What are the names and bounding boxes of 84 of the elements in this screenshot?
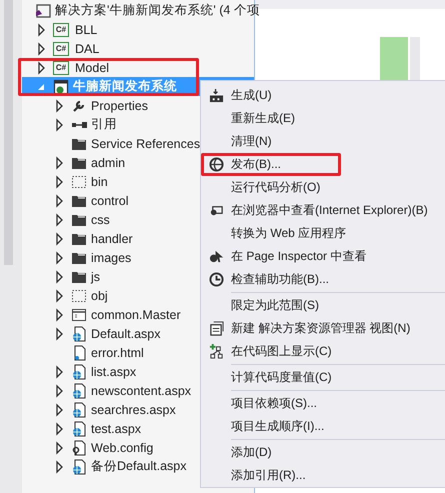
tree-item-label: Web.config xyxy=(91,440,154,454)
tree-item-label: BLL xyxy=(75,22,98,36)
menu-item-label: 新建 解决方案资源管理器 视图(N) xyxy=(231,320,410,337)
menu-item[interactable]: 在 Page Inspector 中查看 xyxy=(201,245,445,268)
diagram-icon xyxy=(208,344,224,359)
tree-item-label: css xyxy=(91,212,110,226)
tree-item[interactable]: C# DAL xyxy=(22,39,254,58)
menu-item[interactable]: 运行代码分析(O) xyxy=(201,176,445,199)
web-page-icon xyxy=(71,402,87,418)
web-page-icon xyxy=(71,458,87,474)
menu-item-label: 计算代码度量值(C) xyxy=(231,369,332,386)
menu-item-label: 在浏览器中查看(Internet Explorer)(B) xyxy=(231,202,428,219)
tree-item-label: admin xyxy=(91,156,126,170)
menu-item[interactable]: 在代码图上显示(C) xyxy=(201,340,445,363)
csharp-project-icon: C# xyxy=(53,22,69,36)
cursor-globe-icon xyxy=(208,249,224,264)
tree-item-label: Default.aspx xyxy=(91,326,160,340)
tree-item-label: images xyxy=(91,250,132,264)
csharp-project-icon: C# xyxy=(53,42,69,56)
menu-item-label: 发布(B)... xyxy=(231,156,281,173)
csharp-project-icon: C# xyxy=(53,60,69,74)
tree-item-label: DAL xyxy=(75,42,100,56)
globe-icon xyxy=(208,157,224,172)
tree-item-label: control xyxy=(91,194,129,208)
scrollbar-thumb[interactable] xyxy=(4,0,13,265)
tree-item-label: searchres.aspx xyxy=(91,402,176,416)
tree-item-label: newscontent.aspx xyxy=(91,384,192,398)
menu-item-label: 在代码图上显示(C) xyxy=(231,343,332,360)
master-page-icon xyxy=(71,306,87,322)
clock-icon xyxy=(208,272,224,287)
tree-item-label: Model xyxy=(75,60,110,74)
tree-item[interactable]: C# BLL xyxy=(22,20,254,39)
menu-item-label: 在 Page Inspector 中查看 xyxy=(231,248,366,265)
menu-item-label: 重新生成(E) xyxy=(231,110,295,127)
tree-item-label: Service References xyxy=(91,136,200,150)
web-page-icon xyxy=(71,382,87,398)
tree-item-label: 解决方案'牛腩新闻发布系统' (4 个项 xyxy=(55,2,260,19)
tree-item-label: Properties xyxy=(91,98,148,112)
menu-item-label: 项目依赖项(S)... xyxy=(231,395,317,412)
web-page-icon xyxy=(71,326,87,342)
menu-item-label: 项目生成顺序(I)... xyxy=(231,418,324,435)
menu-item[interactable]: 添加(D) xyxy=(201,441,445,464)
build-icon xyxy=(208,88,224,103)
tree-item-label: 备份Default.aspx xyxy=(91,458,186,475)
browser-icon xyxy=(208,203,224,218)
tree-item-label: js xyxy=(91,270,100,284)
dotted-folder-icon xyxy=(71,288,87,304)
web-page-icon xyxy=(71,420,87,436)
new-window-icon xyxy=(208,321,224,336)
tree-item-label: error.html xyxy=(91,346,144,360)
menu-item-label: 限定为此范围(S) xyxy=(231,297,319,314)
dotted-folder-icon xyxy=(71,174,87,190)
menu-item[interactable]: 计算代码度量值(C) xyxy=(201,366,445,389)
menu-item[interactable]: 新建 解决方案资源管理器 视图(N) xyxy=(201,317,445,340)
solution-icon xyxy=(35,2,51,18)
tree-item-label: test.aspx xyxy=(91,422,142,436)
menu-item[interactable]: 重新生成(E) xyxy=(201,107,445,130)
menu-item[interactable]: 检查辅助功能(B)... xyxy=(201,268,445,291)
menu-item[interactable]: 添加引用(R)... xyxy=(201,464,445,487)
tree-item-label: 牛腩新闻发布系统 xyxy=(73,78,177,95)
menu-item-label: 添加(D) xyxy=(231,444,272,461)
menu-item[interactable]: 转换为 Web 应用程序 xyxy=(201,222,445,245)
menu-item[interactable]: 项目生成顺序(I)... xyxy=(201,415,445,438)
menu-item[interactable]: 发布(B)... xyxy=(201,153,445,176)
menu-item-label: 转换为 Web 应用程序 xyxy=(231,225,346,242)
menu-item[interactable]: 在浏览器中查看(Internet Explorer)(B) xyxy=(201,199,445,222)
menu-item-label: 清理(N) xyxy=(231,133,272,150)
tree-item[interactable]: C# Model xyxy=(22,58,254,77)
tree-item-label: obj xyxy=(91,288,108,302)
config-file-icon xyxy=(71,440,87,456)
tree-item-label: 引用 xyxy=(91,116,117,133)
menu-item-label: 运行代码分析(O) xyxy=(231,179,320,196)
menu-item[interactable]: 限定为此范围(S) xyxy=(201,294,445,317)
web-page-icon xyxy=(71,364,87,380)
tree-item-label: handler xyxy=(91,232,133,246)
side-panel xyxy=(380,37,408,80)
tree-item-label: common.Master xyxy=(91,308,181,322)
tree-item-label: bin xyxy=(91,174,108,188)
web-project-icon xyxy=(53,78,69,94)
menu-item-label: 检查辅助功能(B)... xyxy=(231,271,329,288)
tree-item-label: list.aspx xyxy=(91,364,136,378)
menu-item-label: 添加引用(R)... xyxy=(231,467,306,484)
menu-item[interactable]: 清理(N) xyxy=(201,130,445,153)
menu-item[interactable]: 项目依赖项(S)... xyxy=(201,392,445,415)
